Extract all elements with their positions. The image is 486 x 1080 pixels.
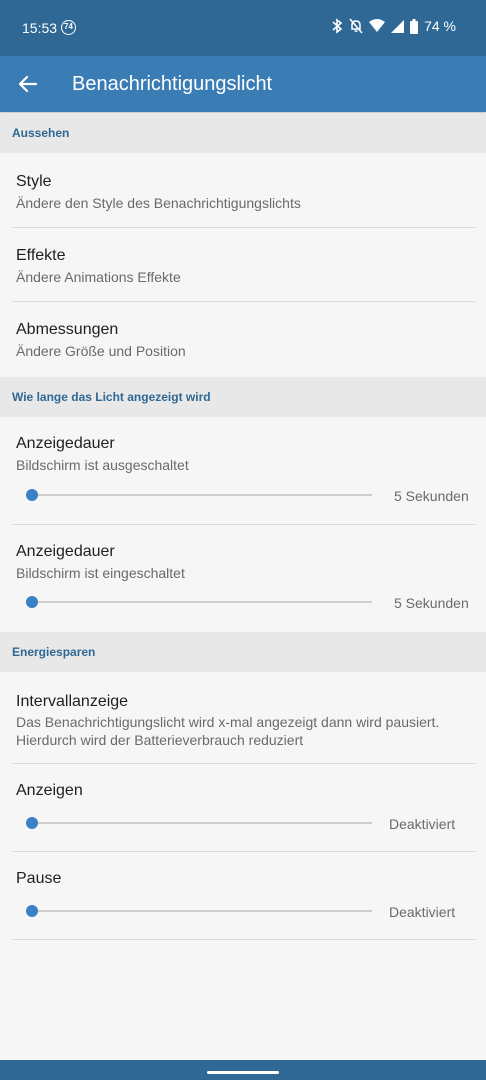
status-time: 15:53 bbox=[22, 20, 58, 36]
page-title: Benachrichtigungslicht bbox=[72, 73, 273, 95]
bluetooth-icon bbox=[332, 18, 343, 34]
setting-title: Style bbox=[16, 173, 52, 190]
section-header-duration: Wie lange das Licht angezeigt wird bbox=[0, 377, 486, 417]
divider bbox=[12, 939, 475, 940]
setting-title: Abmessungen bbox=[16, 321, 119, 338]
setting-dimensions[interactable]: Abmessungen Ändere Größe und Position bbox=[12, 302, 475, 377]
setting-pause: Pause bbox=[12, 852, 475, 939]
setting-subtitle: Bildschirm ist eingeschaltet bbox=[16, 565, 185, 581]
duration-screen-on-value: 5 Sekunden bbox=[394, 595, 469, 611]
home-gesture-handle[interactable] bbox=[207, 1071, 279, 1074]
setting-title: Anzeigedauer bbox=[16, 543, 115, 560]
setting-title: Anzeigedauer bbox=[16, 435, 115, 452]
status-icons: 74 % bbox=[331, 18, 456, 34]
setting-subtitle-line2: Hierdurch wird der Batterieverbrauch red… bbox=[16, 732, 304, 748]
setting-subtitle: Bildschirm ist ausgeschaltet bbox=[16, 457, 189, 473]
setting-subtitle: Ändere Animations Effekte bbox=[16, 269, 181, 285]
duration-screen-off-slider[interactable] bbox=[26, 489, 372, 501]
duration-screen-off-value: 5 Sekunden bbox=[394, 488, 469, 504]
cell-signal-icon bbox=[391, 19, 405, 33]
app-bar: Benachrichtigungslicht bbox=[0, 56, 486, 112]
show-count-value: Deaktiviert bbox=[389, 816, 456, 832]
duration-screen-on-slider[interactable] bbox=[26, 596, 372, 608]
battery-percentage: 74 % bbox=[424, 18, 456, 34]
pause-value: Deaktiviert bbox=[389, 904, 456, 920]
setting-interval-display[interactable]: Intervallanzeige Das Benachrichtigungsli… bbox=[12, 672, 475, 763]
section-header-appearance: Aussehen bbox=[0, 113, 486, 153]
slider-thumb[interactable] bbox=[26, 596, 38, 608]
status-bar: 15:53 74 74 % bbox=[0, 0, 486, 56]
slider-thumb[interactable] bbox=[26, 489, 38, 501]
wifi-icon bbox=[369, 19, 386, 32]
arrow-back-icon[interactable] bbox=[16, 72, 40, 96]
section-header-energy: Energiesparen bbox=[0, 632, 486, 672]
setting-title: Pause bbox=[16, 870, 62, 887]
battery-icon bbox=[410, 18, 419, 34]
setting-title: Anzeigen bbox=[16, 782, 83, 799]
setting-effects[interactable]: Effekte Ändere Animations Effekte bbox=[12, 228, 475, 302]
notification-count-badge: 74 bbox=[61, 20, 76, 35]
setting-title: Intervallanzeige bbox=[16, 693, 129, 710]
pause-slider[interactable] bbox=[26, 905, 372, 917]
navigation-bar bbox=[0, 1060, 486, 1080]
setting-subtitle: Ändere den Style des Benachrichtigungsli… bbox=[16, 195, 301, 211]
setting-duration-screen-off: Anzeigedauer Bildschirm ist ausgeschalte… bbox=[12, 417, 475, 524]
setting-title: Effekte bbox=[16, 247, 66, 264]
setting-subtitle-line1: Das Benachrichtigungslicht wird x-mal an… bbox=[16, 714, 440, 730]
show-count-slider[interactable] bbox=[26, 817, 372, 829]
setting-style[interactable]: Style Ändere den Style des Benachrichtig… bbox=[12, 153, 475, 227]
slider-thumb[interactable] bbox=[26, 905, 38, 917]
slider-thumb[interactable] bbox=[26, 817, 38, 829]
setting-show: Anzeigen bbox=[12, 764, 475, 851]
bell-off-icon bbox=[349, 18, 363, 34]
setting-duration-screen-on: Anzeigedauer Bildschirm ist eingeschalte… bbox=[12, 525, 475, 632]
setting-subtitle: Ändere Größe und Position bbox=[16, 343, 186, 359]
